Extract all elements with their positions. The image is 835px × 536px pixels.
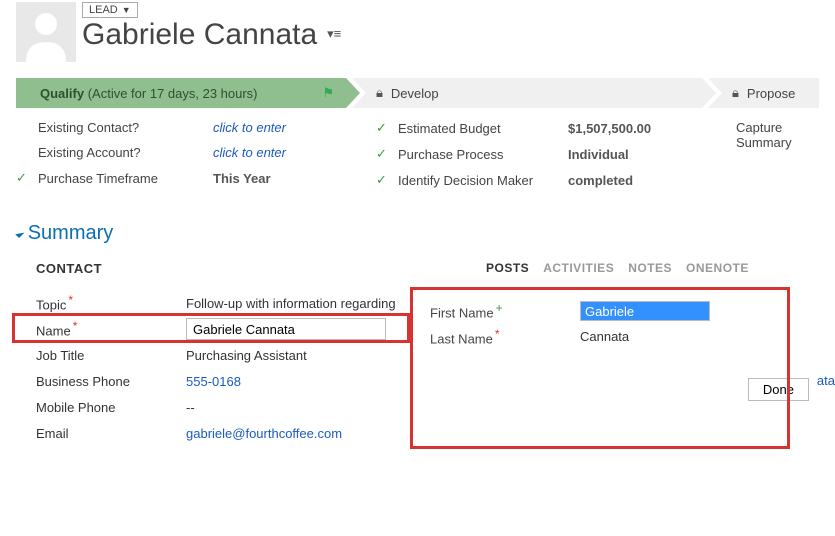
entity-type-label: LEAD xyxy=(89,4,118,16)
field-label: Job Title xyxy=(36,348,186,363)
field-label: Purchase Process xyxy=(398,147,568,162)
field-value: completed xyxy=(568,173,633,188)
field-business-phone[interactable]: Business Phone 555-0168 xyxy=(36,368,416,394)
field-purchase-process[interactable]: ✓ Purchase Process Individual xyxy=(376,146,736,162)
first-name-input[interactable] xyxy=(580,301,710,321)
record-title: Gabriele Cannata ▾≡ xyxy=(82,18,341,51)
field-value[interactable]: gabriele@fourthcoffee.com xyxy=(186,426,342,441)
tab-posts[interactable]: POSTS xyxy=(486,261,529,275)
name-input[interactable] xyxy=(186,318,386,340)
record-title-text: Gabriele Cannata xyxy=(82,18,317,51)
tab-notes[interactable]: NOTES xyxy=(628,261,672,275)
field-label: Capture Summary xyxy=(736,120,819,150)
entity-type-selector[interactable]: LEAD ▼ xyxy=(82,2,138,18)
field-value: This Year xyxy=(213,171,271,186)
section-summary-title: Summary xyxy=(28,222,114,245)
field-decision-maker[interactable]: ✓ Identify Decision Maker completed xyxy=(376,172,736,188)
done-button[interactable]: Done xyxy=(748,378,809,401)
check-icon: ✓ xyxy=(16,170,30,186)
contact-column: CONTACT Topic* Follow-up with informatio… xyxy=(16,261,416,446)
field-label: Existing Contact? xyxy=(38,120,213,135)
field-label: Name* xyxy=(36,319,186,338)
stage-develop[interactable]: 🔒︎ Develop xyxy=(352,78,702,108)
check-icon: ✓ xyxy=(376,146,390,162)
field-last-name[interactable]: Last Name* Cannata xyxy=(430,327,809,346)
field-value[interactable]: click to enter xyxy=(213,120,286,135)
field-name[interactable]: Name* xyxy=(36,316,416,342)
field-value: $1,507,500.00 xyxy=(568,121,651,136)
field-existing-contact[interactable]: Existing Contact? click to enter xyxy=(16,120,376,135)
social-tabs: POSTS ACTIVITIES NOTES ONENOTE xyxy=(486,261,819,275)
field-label: Topic* xyxy=(36,293,186,312)
field-label: Identify Decision Maker xyxy=(398,173,568,188)
field-value: Purchasing Assistant xyxy=(186,348,307,363)
field-first-name[interactable]: First Name+ xyxy=(430,301,809,321)
field-purchase-timeframe[interactable]: ✓ Purchase Timeframe This Year xyxy=(16,170,376,186)
flag-icon[interactable]: ⚑ xyxy=(322,85,334,101)
check-icon: ✓ xyxy=(376,172,390,188)
field-label: Business Phone xyxy=(36,374,186,389)
field-mobile-phone[interactable]: Mobile Phone -- xyxy=(36,394,416,420)
record-menu-icon[interactable]: ▾≡ xyxy=(327,27,341,41)
stage-propose[interactable]: 🔒︎ Propose xyxy=(708,78,819,108)
tab-onenote[interactable]: ONENOTE xyxy=(686,261,749,275)
contact-heading: CONTACT xyxy=(36,261,416,276)
field-topic[interactable]: Topic* Follow-up with information regard… xyxy=(36,290,416,316)
field-estimated-budget[interactable]: ✓ Estimated Budget $1,507,500.00 xyxy=(376,120,736,136)
field-value: Follow-up with information regarding xyxy=(186,296,396,311)
section-summary-toggle[interactable]: Summary xyxy=(16,222,819,245)
stage-develop-label: Develop xyxy=(391,86,439,101)
record-header: LEAD ▼ Gabriele Cannata ▾≡ xyxy=(0,0,835,70)
truncated-link-fragment[interactable]: ata xyxy=(817,373,835,388)
field-label: Mobile Phone xyxy=(36,400,186,415)
field-value[interactable]: 555-0168 xyxy=(186,374,241,389)
lock-icon: 🔒︎ xyxy=(376,85,383,101)
field-label: Estimated Budget xyxy=(398,121,568,136)
stage-qualify[interactable]: Qualify (Active for 17 days, 23 hours) ⚑ xyxy=(16,78,346,108)
field-value: Individual xyxy=(568,147,629,162)
field-label: Email xyxy=(36,426,186,441)
stage-qualify-label: Qualify (Active for 17 days, 23 hours) xyxy=(40,86,258,101)
field-label: Last Name* xyxy=(430,327,580,346)
stage-details: Existing Contact? click to enter Existin… xyxy=(16,120,819,198)
field-value: -- xyxy=(186,400,195,415)
process-stage-bar: Qualify (Active for 17 days, 23 hours) ⚑… xyxy=(16,78,819,108)
caret-down-icon: ▼ xyxy=(122,5,131,15)
summary-body: CONTACT Topic* Follow-up with informatio… xyxy=(16,261,819,446)
stage-propose-label: Propose xyxy=(747,86,795,101)
field-value[interactable]: click to enter xyxy=(213,145,286,160)
field-email[interactable]: Email gabriele@fourthcoffee.com xyxy=(36,420,416,446)
name-edit-flyout: First Name+ Last Name* Cannata Done xyxy=(420,295,819,411)
field-capture-summary[interactable]: Capture Summary xyxy=(736,120,819,150)
lock-icon: 🔒︎ xyxy=(732,85,739,101)
field-label: First Name+ xyxy=(430,301,580,320)
avatar xyxy=(16,2,76,62)
last-name-value[interactable]: Cannata xyxy=(580,329,629,344)
check-icon: ✓ xyxy=(376,120,390,136)
field-job-title[interactable]: Job Title Purchasing Assistant xyxy=(36,342,416,368)
tab-activities[interactable]: ACTIVITIES xyxy=(543,261,614,275)
social-pane: POSTS ACTIVITIES NOTES ONENOTE First Nam… xyxy=(416,261,819,446)
field-label: Purchase Timeframe xyxy=(38,171,213,186)
field-label: Existing Account? xyxy=(38,145,213,160)
field-existing-account[interactable]: Existing Account? click to enter xyxy=(16,145,376,160)
